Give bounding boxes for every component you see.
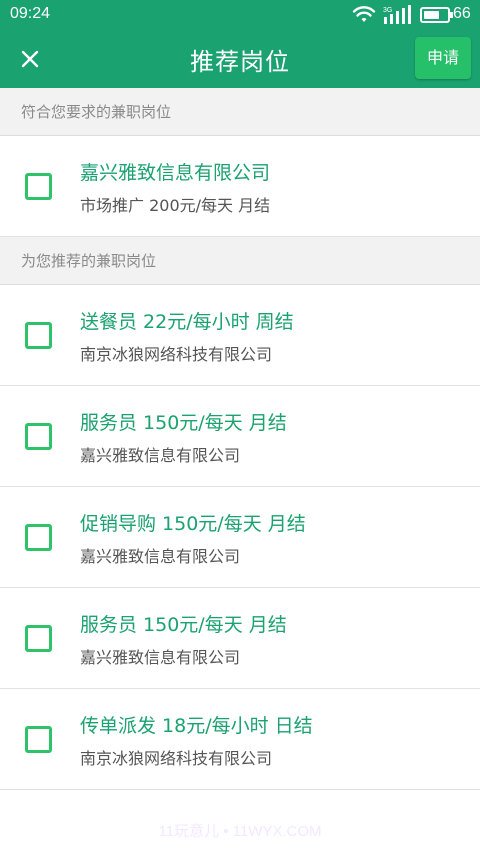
job-subtitle: 市场推广 200元/每天 月结 (80, 196, 271, 215)
battery-level: 66 (453, 5, 471, 22)
job-title: 嘉兴雅致信息有限公司 (80, 162, 271, 184)
job-title: 服务员 150元/每天 月结 (80, 412, 287, 434)
wifi-icon (352, 6, 376, 22)
job-company: 嘉兴雅致信息有限公司 (80, 648, 241, 667)
job-list-item[interactable]: 服务员 150元/每天 月结 嘉兴雅致信息有限公司 (0, 386, 480, 487)
job-company: 南京冰狼网络科技有限公司 (80, 749, 273, 768)
job-title: 服务员 150元/每天 月结 (80, 614, 287, 636)
section-header-recommended: 为您推荐的兼职岗位 (0, 237, 480, 285)
job-checkbox[interactable] (25, 726, 52, 753)
job-list-item[interactable]: 送餐员 22元/每小时 周结 南京冰狼网络科技有限公司 (0, 285, 480, 386)
job-list-item[interactable]: 嘉兴雅致信息有限公司 市场推广 200元/每天 月结 (0, 136, 480, 237)
job-title: 促销导购 150元/每天 月结 (80, 513, 306, 535)
watermark: 11玩意儿 • 11WYX.COM (158, 823, 322, 840)
job-checkbox[interactable] (25, 173, 52, 200)
job-company: 南京冰狼网络科技有限公司 (80, 345, 273, 364)
job-company: 嘉兴雅致信息有限公司 (80, 547, 241, 566)
app-header: 推荐岗位 申请 (0, 30, 480, 88)
status-time: 09:24 (10, 5, 51, 22)
section-header-matching: 符合您要求的兼职岗位 (0, 88, 480, 136)
job-list-item[interactable]: 服务员 150元/每天 月结 嘉兴雅致信息有限公司 (0, 588, 480, 689)
job-checkbox[interactable] (25, 524, 52, 551)
job-title: 送餐员 22元/每小时 周结 (80, 311, 294, 333)
battery-icon (420, 7, 453, 23)
signal-icon: 3G (383, 5, 411, 24)
job-list-item[interactable]: 促销导购 150元/每天 月结 嘉兴雅致信息有限公司 (0, 487, 480, 588)
job-checkbox[interactable] (25, 322, 52, 349)
apply-button[interactable]: 申请 (415, 37, 471, 79)
status-bar: 09:24 3G 66 (0, 0, 480, 30)
job-company: 嘉兴雅致信息有限公司 (80, 446, 241, 465)
job-list-item[interactable]: 传单派发 18元/每小时 日结 南京冰狼网络科技有限公司 (0, 689, 480, 790)
page-title: 推荐岗位 (190, 48, 290, 76)
job-title: 传单派发 18元/每小时 日结 (80, 715, 313, 737)
job-checkbox[interactable] (25, 625, 52, 652)
job-checkbox[interactable] (25, 423, 52, 450)
network-badge: 3G (383, 7, 392, 14)
